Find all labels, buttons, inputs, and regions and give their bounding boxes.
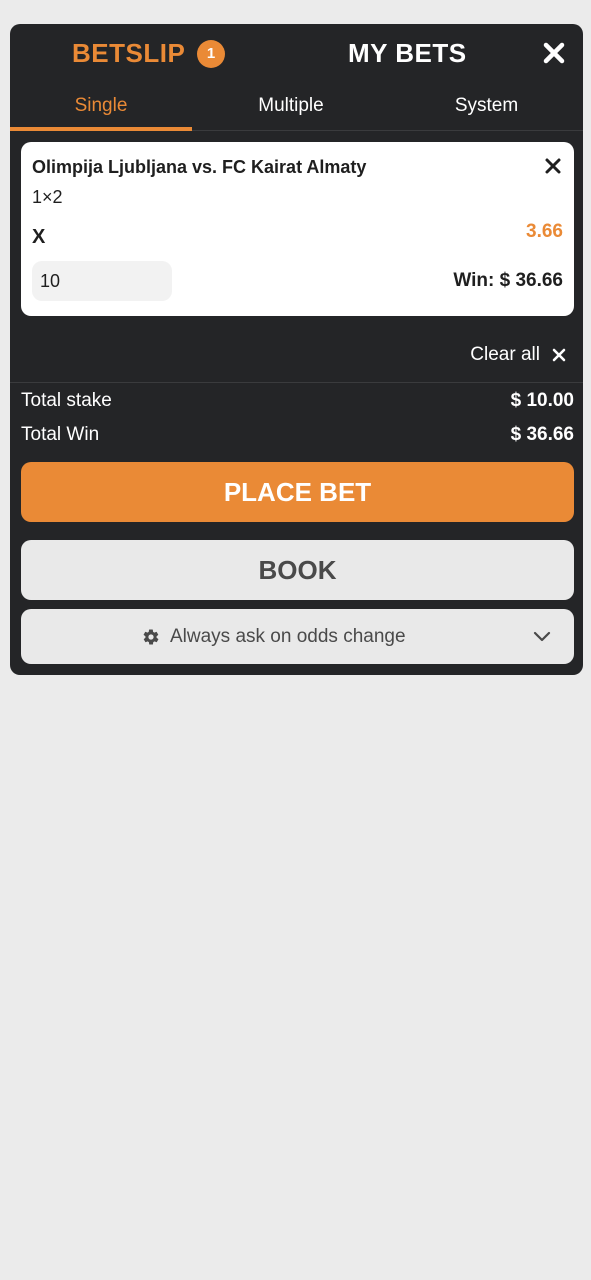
chevron-down-icon bbox=[533, 631, 551, 642]
betslip-count-badge: 1 bbox=[197, 40, 225, 68]
odds-change-label: Always ask on odds change bbox=[170, 626, 406, 647]
clear-all-button[interactable]: Clear all bbox=[470, 343, 566, 367]
gear-icon bbox=[143, 628, 159, 645]
clear-all-close-icon bbox=[552, 348, 566, 362]
clear-all-label: Clear all bbox=[470, 344, 540, 365]
place-bet-button[interactable]: PLACE BET bbox=[21, 462, 574, 522]
total-win-label: Total Win bbox=[21, 424, 100, 445]
divider bbox=[10, 382, 583, 383]
odds-change-select[interactable]: Always ask on odds change bbox=[21, 609, 574, 664]
book-button[interactable]: BOOK bbox=[21, 540, 574, 600]
remove-bet-icon[interactable] bbox=[543, 156, 563, 176]
total-stake-label: Total stake bbox=[21, 390, 112, 411]
selection-name: X bbox=[32, 226, 46, 248]
betslip-header: BETSLIP 1 MY BETS bbox=[10, 24, 583, 84]
active-tab-indicator bbox=[10, 127, 192, 131]
betslip-title[interactable]: BETSLIP bbox=[72, 38, 185, 69]
bet-type-tabs: Single Multiple System bbox=[10, 86, 583, 131]
tab-single[interactable]: Single bbox=[10, 86, 192, 131]
total-stake-value: $ 10.00 bbox=[510, 390, 574, 411]
match-name: Olimpija Ljubljana vs. FC Kairat Almaty bbox=[32, 157, 367, 177]
stake-input[interactable] bbox=[32, 261, 172, 301]
total-win-row: Total Win $ 36.66 bbox=[21, 422, 574, 448]
tab-multiple[interactable]: Multiple bbox=[192, 86, 390, 131]
market-name: 1×2 bbox=[32, 187, 63, 207]
tab-system[interactable]: System bbox=[390, 86, 583, 131]
close-icon[interactable] bbox=[540, 39, 568, 67]
my-bets-title[interactable]: MY BETS bbox=[348, 38, 467, 69]
odds-value: 3.66 bbox=[526, 221, 563, 242]
odds-change-content: Always ask on odds change bbox=[142, 609, 406, 664]
betslip-panel: BETSLIP 1 MY BETS Single Multiple System… bbox=[10, 24, 583, 675]
potential-win: Win: $ 36.66 bbox=[453, 270, 563, 291]
total-win-value: $ 36.66 bbox=[510, 424, 574, 445]
total-stake-row: Total stake $ 10.00 bbox=[21, 388, 574, 414]
bet-card: Olimpija Ljubljana vs. FC Kairat Almaty … bbox=[21, 142, 574, 316]
